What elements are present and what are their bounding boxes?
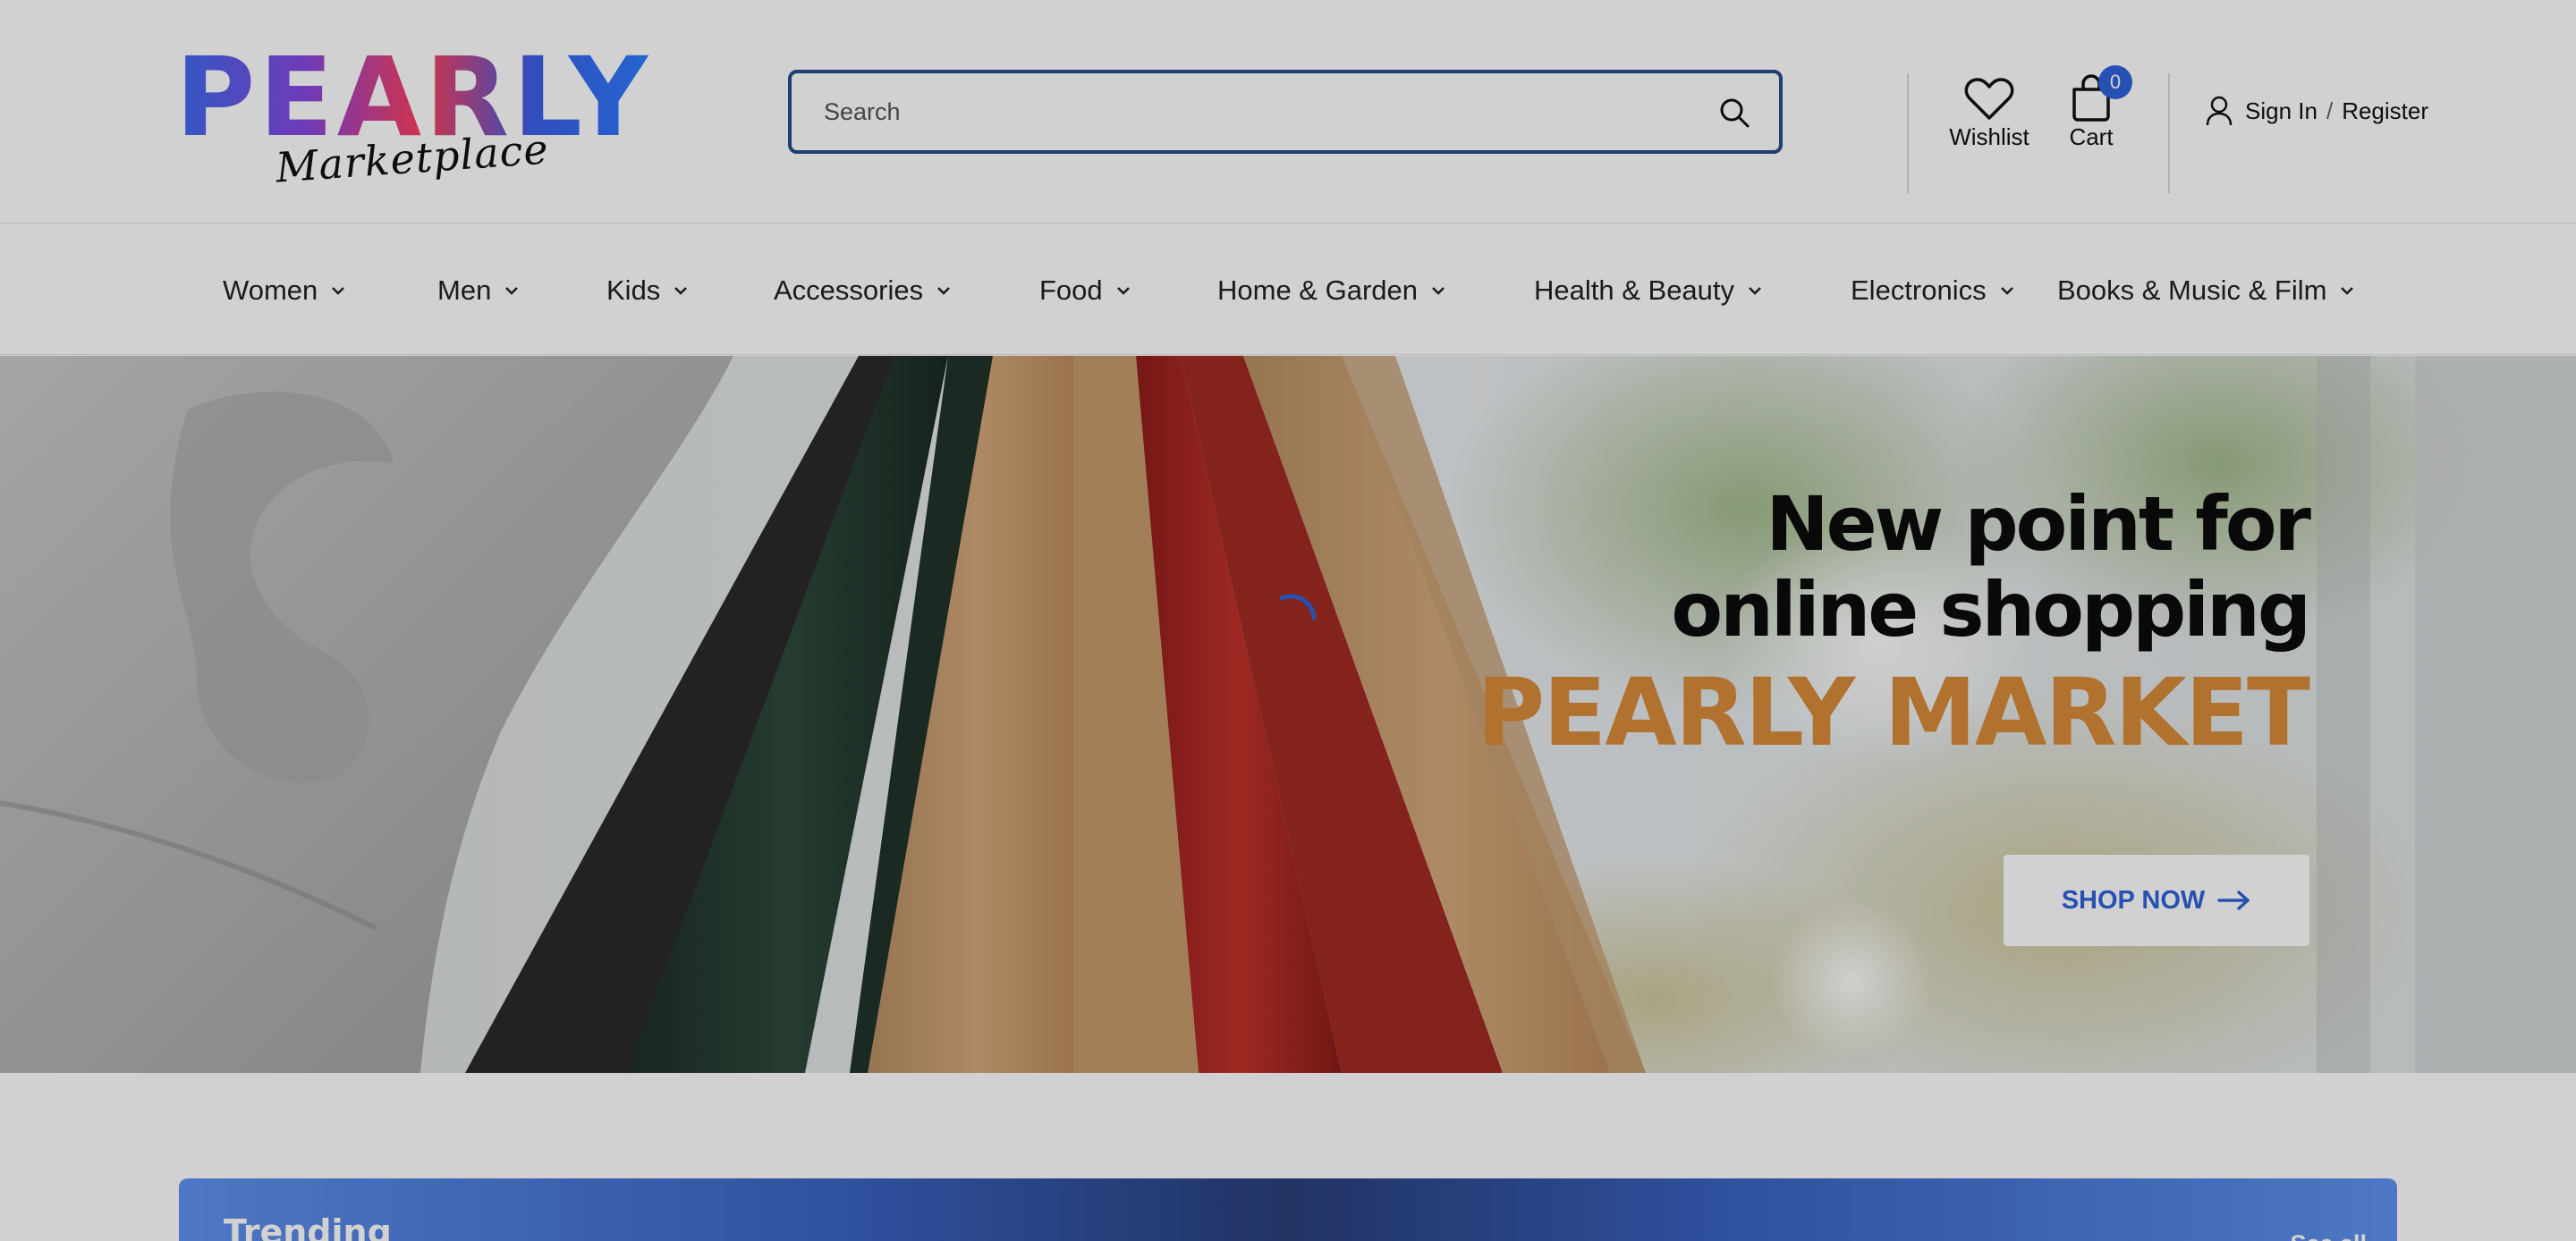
loading-overlay (0, 0, 2576, 1241)
